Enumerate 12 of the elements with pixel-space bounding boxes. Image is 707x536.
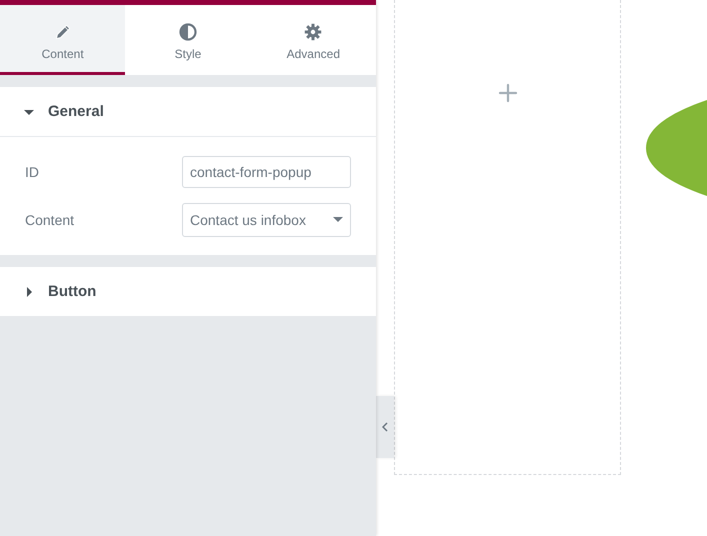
collapse-handle[interactable]	[376, 396, 394, 458]
field-label: ID	[25, 164, 39, 180]
field-label: Content	[25, 212, 74, 228]
contrast-icon	[178, 22, 197, 40]
settings-icon	[304, 22, 322, 40]
add-icon[interactable]	[498, 83, 518, 103]
select-field[interactable]: Contact us infobox	[182, 203, 351, 237]
chevron-left-icon	[382, 422, 388, 432]
tab[interactable]: Content	[0, 5, 126, 75]
input-field[interactable]: contact-form-popup	[182, 156, 351, 188]
pencil-icon	[54, 22, 72, 40]
caret-down-icon	[333, 217, 343, 223]
